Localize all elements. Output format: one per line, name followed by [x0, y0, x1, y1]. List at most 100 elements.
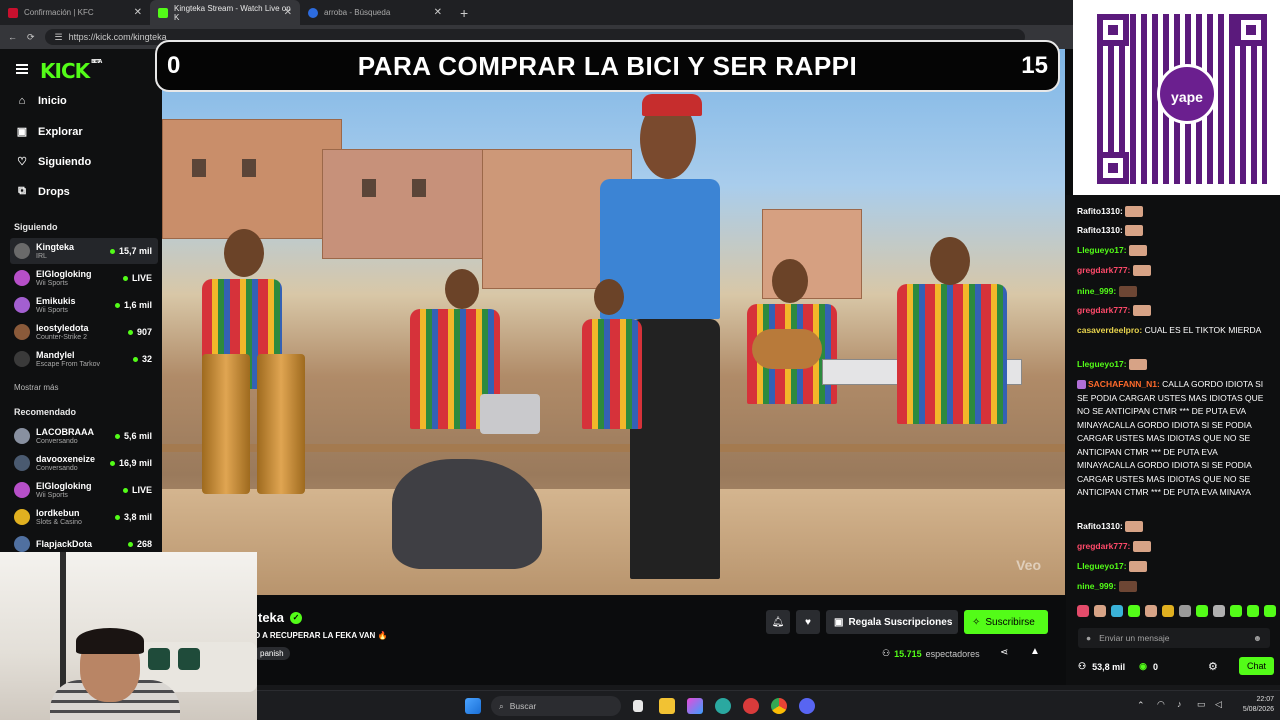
emote-icon: [1128, 561, 1147, 573]
browser-tab-kick[interactable]: Kingteka Stream - Watch Live on K ✕: [150, 0, 300, 25]
emote-icon[interactable]: [1094, 605, 1106, 617]
volume-icon[interactable]: ◁: [1215, 699, 1222, 710]
musician-head: [594, 279, 624, 315]
emote-icon: [1132, 541, 1151, 553]
house: [162, 119, 342, 239]
emoji-icon[interactable]: ☻: [1253, 633, 1262, 643]
emote-icon: [1128, 245, 1147, 257]
pillow: [148, 648, 170, 670]
video-player[interactable]: Veo: [162, 49, 1065, 595]
taskbar-search[interactable]: ⌕ Buscar: [491, 696, 621, 716]
wifi-icon[interactable]: ◠: [1157, 699, 1165, 710]
emote-icon[interactable]: [1213, 605, 1225, 617]
following-channel-item[interactable]: leostyledota Counter-Strike 2 907: [10, 319, 158, 345]
heart-icon: ♥: [805, 616, 811, 628]
emote-icon: [1132, 305, 1151, 317]
live-dot-icon: [114, 433, 120, 439]
nav-explorar[interactable]: ▣ Explorar: [16, 125, 83, 139]
report-icon[interactable]: ▲: [1030, 646, 1040, 657]
tab-label: Kingteka Stream - Watch Live on K: [174, 3, 291, 22]
system-clock[interactable]: 22:07 5/08/2026: [1243, 695, 1274, 715]
kick-logo[interactable]: KICK BETA: [40, 59, 102, 83]
app-icon[interactable]: [743, 698, 759, 714]
emote-icon[interactable]: [1247, 605, 1259, 617]
file-explorer-icon[interactable]: [659, 698, 675, 714]
back-arrow-icon[interactable]: ←: [8, 32, 17, 42]
discord-icon[interactable]: [799, 698, 815, 714]
viewer-count: 16,9 mil: [109, 458, 152, 468]
gift-icon: ⧉: [18, 185, 26, 197]
site-info-icon[interactable]: ☰: [55, 32, 63, 43]
network-icon[interactable]: ▭: [1197, 699, 1206, 710]
overlay-right-counter: 15: [1021, 52, 1048, 79]
emote-icon[interactable]: [1230, 605, 1242, 617]
recommended-channel-item[interactable]: ElGlogloking Wii Sports LIVE: [10, 477, 158, 503]
window: [192, 159, 206, 177]
following-channel-item[interactable]: Emikukis Wii Sports 1,6 mil: [10, 292, 158, 318]
streamer-name[interactable]: teka ✓: [258, 610, 303, 625]
task-view-icon[interactable]: [633, 700, 643, 712]
gift-subscriptions-button[interactable]: ▣ Regala Suscripciones: [826, 610, 958, 634]
nav-drops[interactable]: ⧉ Drops: [16, 185, 70, 198]
snare-drum: [480, 394, 540, 434]
tray-chevron-icon[interactable]: ⌃: [1137, 700, 1145, 711]
live-dot-icon: [114, 302, 120, 308]
windows-start-icon[interactable]: [465, 698, 481, 714]
browser-tab-kfc[interactable]: Confirmación | KFC ✕: [0, 0, 150, 25]
emote-icon[interactable]: [1162, 605, 1174, 617]
browser-tab-search[interactable]: arroba - Búsqueda ✕: [300, 0, 450, 25]
notification-bell-button[interactable]: 🔔︎: [766, 610, 790, 634]
emote-icon[interactable]: [1196, 605, 1208, 617]
following-channel-item[interactable]: ElGlogloking Wii Sports LIVE: [10, 265, 158, 291]
subscribe-button[interactable]: ✧ Suscribirse: [964, 610, 1048, 634]
copilot-icon[interactable]: [687, 698, 703, 714]
nav-siguiendo[interactable]: ♡ Siguiendo: [16, 155, 91, 169]
avatar: [14, 428, 30, 444]
channel-name: Emikukis: [36, 295, 76, 306]
viewer-label: espectadores: [925, 648, 980, 659]
close-icon[interactable]: ✕: [284, 7, 292, 18]
kfc-favicon-icon: [8, 7, 18, 18]
following-channel-item[interactable]: Mandylel Escape From Tarkov 32: [10, 346, 158, 372]
recommended-channel-item[interactable]: lordkebun Slots & Casino 3,8 mil: [10, 504, 158, 530]
avatar: [14, 351, 30, 367]
yape-qr-code: yape: [1073, 0, 1280, 195]
close-icon[interactable]: ✕: [434, 7, 442, 18]
window: [362, 179, 376, 197]
emote-icon[interactable]: [1145, 605, 1157, 617]
conga-drum: [202, 354, 250, 494]
show-more-link[interactable]: Mostrar más: [14, 383, 58, 392]
share-icon[interactable]: ⋖: [1000, 647, 1008, 658]
musician-head: [930, 237, 970, 285]
emote-icon: [1128, 359, 1147, 371]
menu-icon[interactable]: [16, 64, 28, 74]
follow-heart-button[interactable]: ♥: [796, 610, 820, 634]
emote-icon[interactable]: [1077, 605, 1089, 617]
gear-icon[interactable]: ⚙: [1208, 660, 1218, 673]
mic-icon[interactable]: ♪: [1177, 699, 1182, 709]
recommended-channel-item[interactable]: davooxeneize Conversando 16,9 mil: [10, 450, 158, 476]
chat-input[interactable]: ● Enviar un mensaje ☻: [1078, 628, 1270, 648]
live-dot-icon: [127, 541, 133, 547]
kick-coin-icon: ◉: [1139, 661, 1147, 671]
emote-icon[interactable]: [1179, 605, 1191, 617]
close-icon[interactable]: ✕: [134, 7, 142, 18]
emote-icon[interactable]: [1128, 605, 1140, 617]
emote-icon[interactable]: [1111, 605, 1123, 617]
nav-label: Explorar: [38, 125, 83, 138]
chrome-icon[interactable]: [771, 698, 787, 714]
chat-send-button[interactable]: Chat: [1238, 657, 1274, 675]
following-channel-item[interactable]: Kingteka IRL 15,7 mil: [10, 238, 158, 264]
language-tag[interactable]: panish: [254, 647, 290, 660]
window: [242, 159, 256, 177]
emote-icon[interactable]: [1264, 605, 1276, 617]
chat-message: nine_999:: [1077, 285, 1273, 299]
avatar: [14, 243, 30, 259]
reload-icon[interactable]: ⟳: [27, 32, 35, 43]
avatar: [14, 482, 30, 498]
recommended-channel-item[interactable]: LACOBRAAA Conversando 5,6 mil: [10, 423, 158, 449]
singer-pants: [630, 319, 720, 579]
new-tab-icon[interactable]: +: [450, 5, 478, 21]
edge-icon[interactable]: [715, 698, 731, 714]
nav-inicio[interactable]: ⌂ Inicio: [16, 95, 67, 107]
